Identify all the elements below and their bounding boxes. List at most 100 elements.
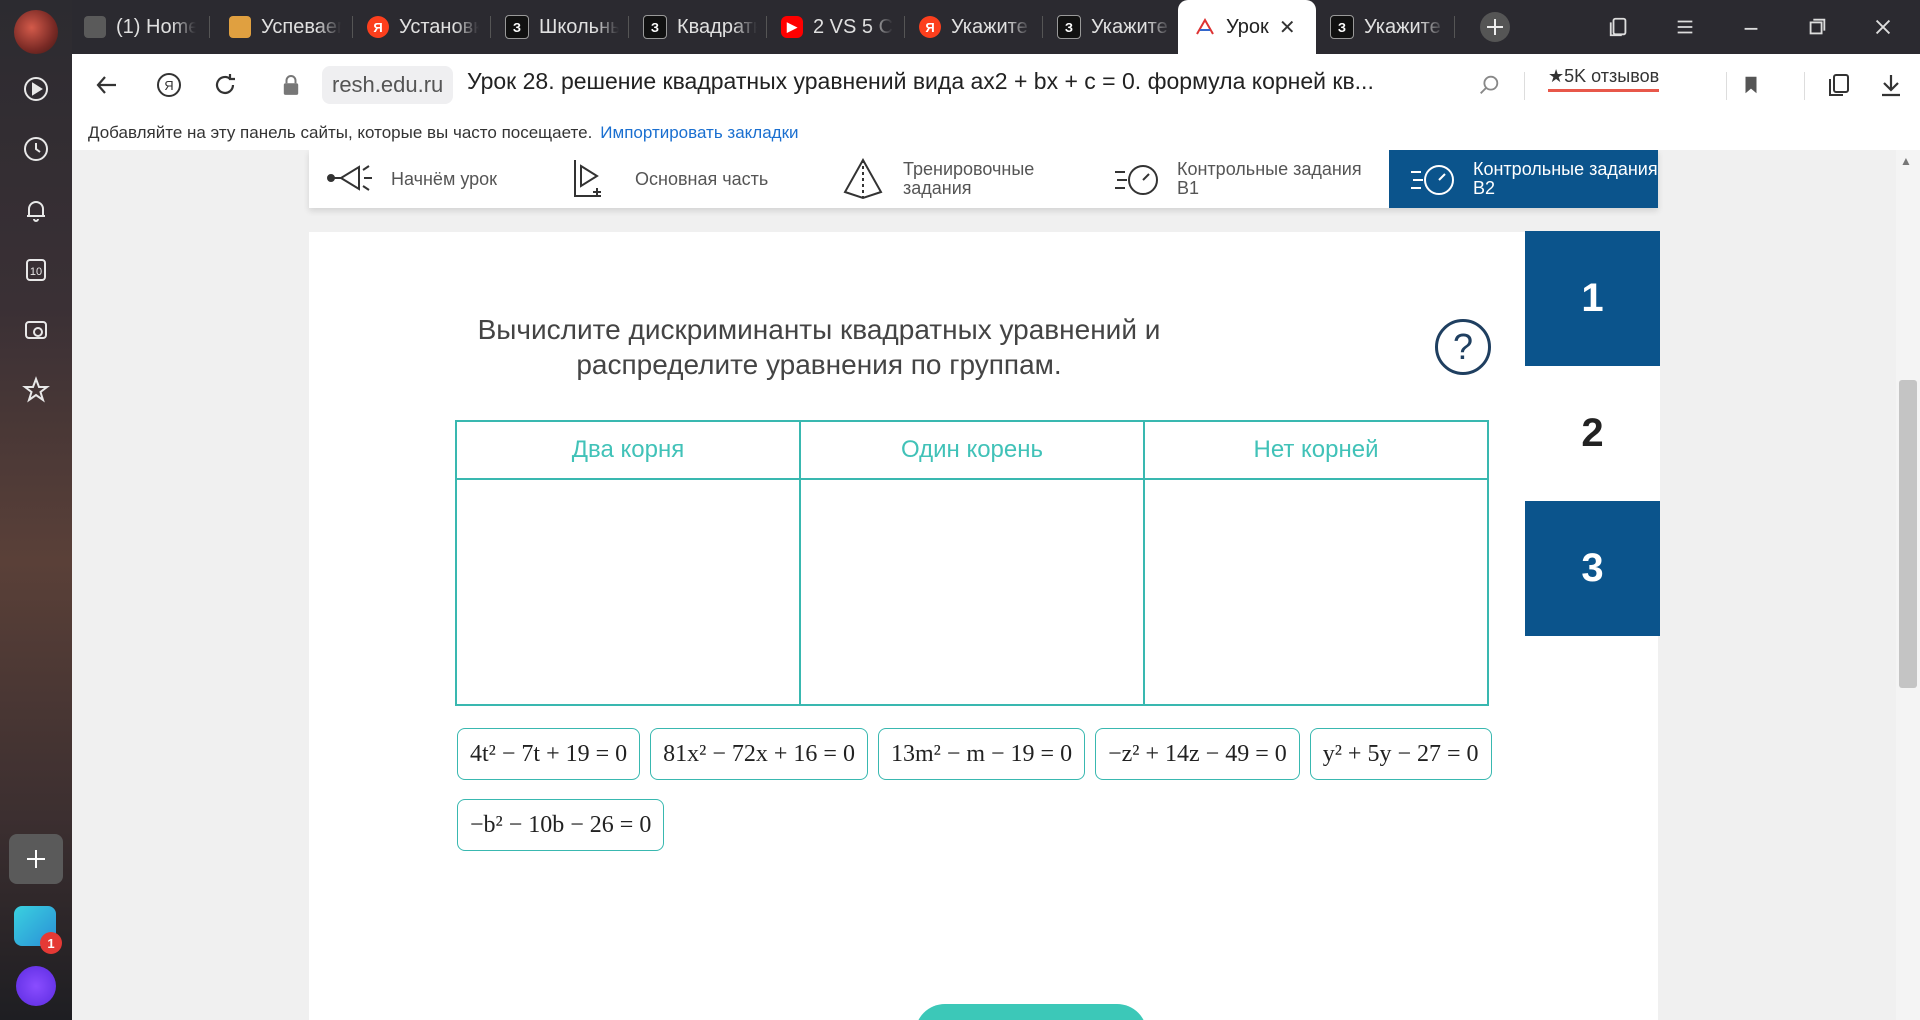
play-icon xyxy=(574,160,601,197)
stopwatch-icon xyxy=(1115,165,1158,195)
browser-sidebar: 10 1 xyxy=(0,0,72,1020)
youtube-icon: ▶ xyxy=(781,16,803,38)
group-header: Два корня xyxy=(457,422,799,480)
tab-1[interactable]: Успеваемость xyxy=(229,0,351,54)
notifications-bell-icon[interactable] xyxy=(12,186,60,234)
group-two-roots: Два корня xyxy=(457,422,799,704)
equation-chip[interactable]: 13m² − m − 19 = 0 xyxy=(877,728,1086,780)
tab-4[interactable]: З Квадратные xyxy=(643,0,765,54)
task-tab-1[interactable]: 1 xyxy=(1525,231,1660,366)
group-one-root: Один корень xyxy=(799,422,1143,704)
yandex-home-icon[interactable]: Я xyxy=(146,62,192,108)
check-answer-button[interactable] xyxy=(915,1004,1147,1020)
equation-chip[interactable]: y² + 5y − 27 = 0 xyxy=(1309,728,1492,780)
drop-zone-one-root[interactable] xyxy=(801,480,1143,704)
drop-zone-two-roots[interactable] xyxy=(457,480,799,704)
favorites-star-icon[interactable] xyxy=(12,366,60,414)
tab-0[interactable]: (1) Home xyxy=(84,0,206,54)
tab-label: Укажите xyxy=(951,15,1028,38)
reload-icon[interactable] xyxy=(202,62,248,108)
group-table: Два корня Один корень Нет корней xyxy=(455,420,1489,706)
add-panel-button[interactable] xyxy=(9,834,63,884)
drop-zone-no-roots[interactable] xyxy=(1145,480,1487,704)
svg-text:10: 10 xyxy=(30,266,42,278)
lock-icon[interactable] xyxy=(276,62,306,108)
tab-label: Успеваемость xyxy=(261,15,341,38)
tab-label: (1) Home xyxy=(116,15,196,38)
tab-2[interactable]: Я Установка xyxy=(367,0,489,54)
page-title[interactable]: Урок 28. решение квадратных уравнений ви… xyxy=(467,68,1374,95)
tab-label: 2 VS 5 C xyxy=(813,15,893,38)
lesson-nav-control-b2[interactable]: Контрольные задания В2 xyxy=(1389,150,1658,208)
tab-6[interactable]: Я Укажите xyxy=(919,0,1041,54)
history-icon[interactable] xyxy=(12,125,60,173)
profile-avatar[interactable] xyxy=(14,10,58,54)
equation-chip[interactable]: −b² − 10b − 26 = 0 xyxy=(457,799,665,851)
tab-9[interactable]: З Укажите xyxy=(1330,0,1452,54)
lesson-nav-start[interactable]: Начнём урок xyxy=(327,150,547,208)
tab-3[interactable]: З Школьные xyxy=(505,0,627,54)
lesson-nav-training[interactable]: Тренировочные задания xyxy=(839,150,1079,208)
media-player-icon[interactable] xyxy=(12,65,60,113)
megaphone-icon xyxy=(327,165,372,191)
back-arrow-icon[interactable] xyxy=(84,62,130,108)
collections-icon[interactable] xyxy=(1816,62,1862,108)
lesson-nav: Начнём урок Основная часть Тренировочные… xyxy=(309,150,1658,208)
tab-strip: (1) Home Успеваемость Я Установка З Школ… xyxy=(72,0,1920,54)
svg-text:Я: Я xyxy=(164,78,173,93)
resh-icon xyxy=(1194,16,1216,38)
messenger-badge: 1 xyxy=(40,932,62,954)
task-tab-2[interactable]: 2 xyxy=(1525,366,1660,501)
browser-toolbar: Я resh.edu.ru Урок 28. решение квадратны… xyxy=(72,54,1920,116)
reviews-badge[interactable]: ★5K отзывов xyxy=(1548,66,1660,92)
task-card: Вычислите дискриминанты квадратных уравн… xyxy=(309,232,1658,1020)
bookmarks-bar: Добавляйте на эту панель сайты, которые … xyxy=(72,116,1920,150)
close-tab-icon[interactable]: ✕ xyxy=(1279,15,1296,40)
tab-8-active[interactable]: Урок ✕ xyxy=(1178,0,1316,54)
equation-chips: 4t² − 7t + 19 = 0 81x² − 72x + 16 = 0 13… xyxy=(457,728,1497,851)
minimize-window-icon[interactable] xyxy=(1726,0,1776,54)
scroll-up-arrow-icon[interactable]: ▲ xyxy=(1900,154,1912,168)
znanija-icon: З xyxy=(1057,15,1081,39)
group-header: Один корень xyxy=(801,422,1143,480)
znanija-icon: З xyxy=(505,15,529,39)
diary-icon xyxy=(229,16,251,38)
alice-assistant-icon[interactable] xyxy=(16,966,56,1006)
tab-label: Урок xyxy=(1226,15,1269,38)
search-page-icon[interactable] xyxy=(1466,62,1512,108)
task-tab-3[interactable]: 3 xyxy=(1525,501,1660,636)
tab-label: Квадратные xyxy=(677,15,757,38)
znanija-icon: З xyxy=(1330,15,1354,39)
tab-label: Установка xyxy=(399,15,479,38)
tab-label: Школьные xyxy=(539,15,619,38)
counter-10-icon[interactable]: 10 xyxy=(12,246,60,294)
yandex-icon: Я xyxy=(367,16,389,38)
new-tab-plus-icon[interactable] xyxy=(1470,0,1520,54)
domain-chip[interactable]: resh.edu.ru xyxy=(322,66,454,104)
tab-5[interactable]: ▶ 2 VS 5 C xyxy=(781,0,903,54)
group-header: Нет корней xyxy=(1145,422,1487,480)
znanija-icon: З xyxy=(643,15,667,39)
bookmark-icon[interactable] xyxy=(1728,62,1774,108)
roblox-icon xyxy=(84,16,106,38)
menu-hamburger-icon[interactable] xyxy=(1660,0,1710,54)
scrollbar-thumb[interactable] xyxy=(1899,380,1917,688)
tab-label: Укажите xyxy=(1364,15,1441,38)
screenshot-camera-icon[interactable] xyxy=(12,306,60,354)
help-button[interactable]: ? xyxy=(1435,319,1491,375)
close-window-icon[interactable] xyxy=(1858,0,1908,54)
tab-collections-icon[interactable] xyxy=(1594,0,1644,54)
lesson-nav-control-b1[interactable]: Контрольные задания В1 xyxy=(1113,150,1373,208)
task-title: Вычислите дискриминанты квадратных уравн… xyxy=(477,314,1161,380)
stopwatch-icon xyxy=(1411,165,1454,195)
page-viewport: Начнём урок Основная часть Тренировочные… xyxy=(72,150,1896,1020)
restore-window-icon[interactable] xyxy=(1792,0,1842,54)
equation-chip[interactable]: 4t² − 7t + 19 = 0 xyxy=(457,728,641,780)
equation-chip[interactable]: −z² + 14z − 49 = 0 xyxy=(1095,728,1300,780)
import-bookmarks-link[interactable]: Импортировать закладки xyxy=(600,123,798,143)
lesson-nav-main[interactable]: Основная часть xyxy=(571,150,811,208)
equation-chip[interactable]: 81x² − 72x + 16 = 0 xyxy=(650,728,868,780)
download-icon[interactable] xyxy=(1868,62,1914,108)
tab-7[interactable]: З Укажите xyxy=(1057,0,1179,54)
bookmarks-hint: Добавляйте на эту панель сайты, которые … xyxy=(88,123,593,142)
